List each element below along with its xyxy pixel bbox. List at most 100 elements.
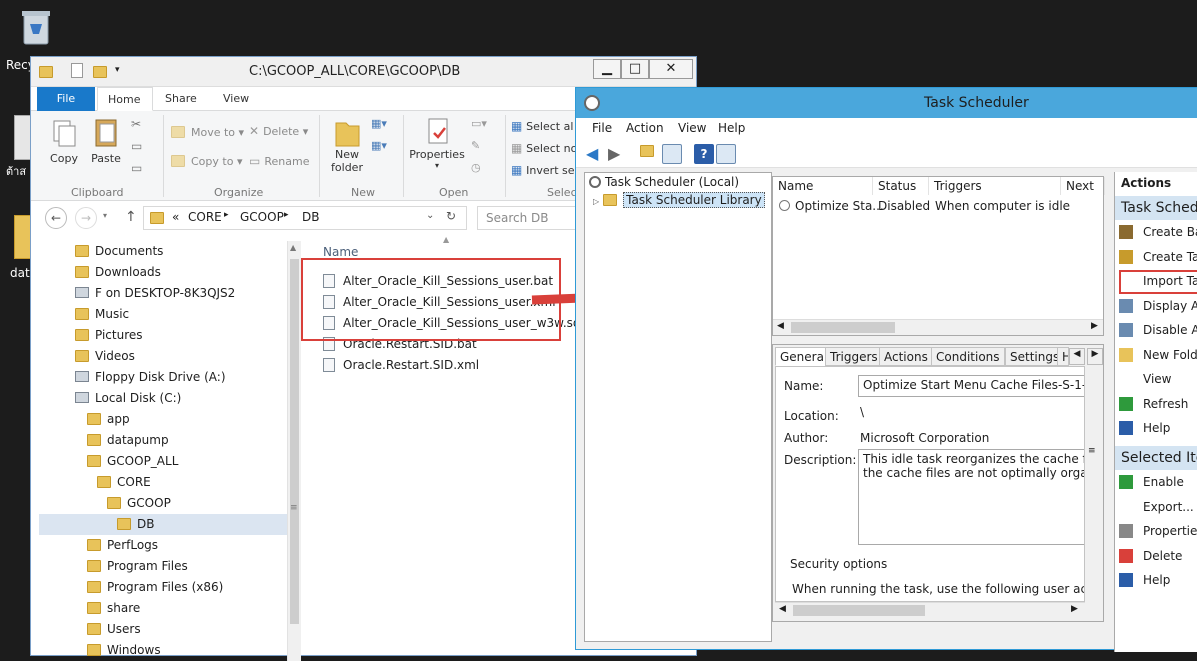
location-label: Location: [784, 409, 839, 423]
task-scheduler-titlebar: Task Scheduler [576, 88, 1197, 118]
disable-all-icon [1119, 323, 1133, 337]
action-label: Create Ba [1143, 225, 1197, 239]
location-value: \ [860, 405, 865, 419]
export-icon [1119, 499, 1133, 514]
action-item[interactable]: Create Ba [1119, 220, 1197, 244]
tree-item-library[interactable]: ▷ Task Scheduler Library [593, 192, 765, 208]
create-task-icon [1119, 249, 1133, 264]
name-field[interactable]: Optimize Start Menu Cache Files-S-1-5-21… [858, 375, 1084, 397]
actions-section-task-scheduler[interactable]: Task Schedu [1115, 196, 1197, 220]
new-folder-icon [1119, 347, 1133, 362]
action-label: Help [1143, 573, 1171, 587]
task-list-scrollbar[interactable]: ◀ ▶ [773, 319, 1103, 335]
task-scheduler-window: Task Scheduler File Action View Help ◀ ▶… [575, 87, 1197, 652]
help-icon [1119, 573, 1133, 587]
column-next-run[interactable]: Next Ru [1061, 177, 1105, 195]
task-trigger: When computer is idle [935, 199, 1071, 213]
folder-icon [603, 194, 618, 206]
detail-scrollbar[interactable]: ◀ ▶ [775, 602, 1085, 618]
task-list: Name Status Triggers Next Ru Optimize St… [772, 176, 1105, 336]
task-scheduler-title: Task Scheduler [924, 95, 1029, 111]
view-icon [1119, 372, 1133, 386]
detail-vertical-scrollbar[interactable]: ≡ [1085, 366, 1101, 602]
scroll-left-icon[interactable]: ◀ [779, 604, 786, 614]
scroll-thumb[interactable] [791, 322, 895, 333]
enable-icon [1119, 475, 1133, 489]
action-item[interactable]: New Fold [1119, 343, 1197, 367]
action-item[interactable]: Properties [1119, 519, 1197, 543]
expand-icon[interactable]: ▷ [593, 197, 599, 206]
menu-file[interactable]: File [592, 121, 612, 135]
action-item[interactable]: Delete [1119, 544, 1182, 568]
menu-action[interactable]: Action [626, 121, 664, 135]
description-line-1: This idle task reorganizes the cache fil… [863, 452, 1084, 466]
name-label: Name: [784, 379, 824, 393]
action-item[interactable]: Enable [1119, 470, 1184, 494]
import-task-highlight [1119, 270, 1197, 294]
toolbar: ◀ ▶ ? [576, 140, 1197, 168]
action-item[interactable]: Help [1119, 416, 1170, 440]
action-item[interactable]: Display Al [1119, 294, 1197, 318]
scroll-left-icon[interactable]: ◀ [777, 321, 784, 331]
action-label: View [1143, 372, 1172, 386]
action-item[interactable]: Create Ta [1119, 245, 1197, 269]
general-tab-body: Name: Optimize Start Menu Cache Files-S-… [775, 366, 1085, 602]
tab-triggers[interactable]: Triggers [825, 347, 883, 366]
security-options-label: Security options [790, 557, 888, 571]
column-triggers[interactable]: Triggers [929, 177, 1061, 195]
properties-icon [1119, 524, 1133, 538]
menu-view[interactable]: View [678, 121, 706, 135]
tab-general[interactable]: General [775, 347, 833, 366]
action-item[interactable]: Export... [1119, 495, 1194, 519]
tab-scroll-right-icon[interactable]: ▶ [1087, 348, 1103, 365]
show-action-pane-icon[interactable] [716, 144, 736, 164]
scroll-right-icon[interactable]: ▶ [1071, 604, 1078, 614]
actions-header: Actions [1121, 176, 1172, 190]
tree-label-local: Task Scheduler (Local) [605, 175, 740, 189]
column-status[interactable]: Status [873, 177, 929, 195]
tab-actions[interactable]: Actions [879, 347, 933, 366]
action-label: Create Ta [1143, 249, 1197, 264]
show-hide-tree-icon[interactable] [662, 144, 682, 164]
description-field[interactable]: This idle task reorganizes the cache fil… [858, 449, 1085, 545]
action-item[interactable]: Disable Al [1119, 318, 1197, 342]
menu-bar: File Action View Help [576, 118, 1197, 140]
tab-scroll-left-icon[interactable]: ◀ [1069, 348, 1085, 365]
forward-arrow-icon[interactable]: ▶ [608, 144, 628, 164]
scroll-right-icon[interactable]: ▶ [1091, 321, 1098, 331]
scroll-thumb[interactable] [793, 605, 925, 616]
action-label: Help [1143, 421, 1171, 435]
tab-history[interactable]: H [1057, 347, 1069, 366]
security-options-text: When running the task, use the following… [792, 582, 1084, 596]
delete-icon [1119, 548, 1133, 563]
actions-section-selected-item[interactable]: Selected Ite [1115, 446, 1197, 470]
help-icon[interactable]: ? [694, 144, 714, 164]
menu-help[interactable]: Help [718, 121, 745, 135]
scroll-grip-icon: ≡ [1088, 446, 1096, 456]
action-item[interactable]: View [1119, 367, 1171, 391]
console-tree: Task Scheduler (Local) ▷ Task Scheduler L… [584, 172, 772, 642]
action-item[interactable]: Help [1119, 568, 1170, 592]
action-label: Export... [1143, 499, 1194, 514]
tree-label-library: Task Scheduler Library [623, 192, 765, 208]
tree-item-local[interactable]: Task Scheduler (Local) [589, 175, 739, 189]
action-label: Refresh [1143, 396, 1189, 411]
tab-conditions[interactable]: Conditions [931, 347, 1005, 366]
display-all-icon [1119, 298, 1133, 313]
action-label: Disable Al [1143, 323, 1197, 337]
column-name[interactable]: Name [773, 177, 873, 195]
actions-pane: Actions Task Schedu Create BaCreate TaIm… [1114, 172, 1197, 652]
action-item[interactable]: Refresh [1119, 392, 1188, 416]
task-name: Optimize Sta... [795, 199, 884, 213]
create-basic-task-icon [1119, 225, 1133, 239]
tab-settings[interactable]: Settings [1005, 347, 1065, 366]
up-folder-icon[interactable] [640, 144, 660, 164]
task-row[interactable]: Optimize Sta... Disabled When computer i… [773, 197, 1103, 215]
back-arrow-icon[interactable]: ◀ [586, 144, 606, 164]
task-status: Disabled [878, 199, 931, 213]
action-label: Properties [1143, 524, 1197, 538]
author-label: Author: [784, 431, 829, 445]
description-line-2: the cache files are not optimally organi… [863, 466, 1085, 480]
action-label: Display Al [1143, 298, 1197, 313]
clock-icon [584, 95, 600, 111]
